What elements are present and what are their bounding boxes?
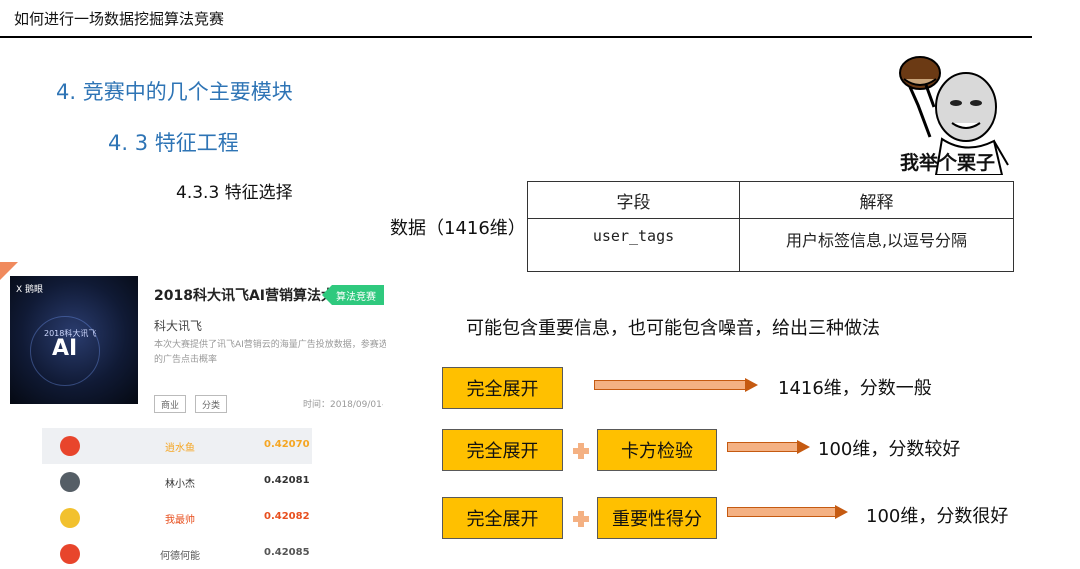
avatar xyxy=(60,544,80,564)
competition-description: 本次大赛提供了讯飞AI营销云的海量广告投放数据，参赛选手通 的广告点击概率 xyxy=(154,338,386,368)
competition-time: 时间：2018/09/01-2018 xyxy=(303,400,383,410)
avatar xyxy=(60,508,80,528)
meme-caption: 我举个栗子 xyxy=(900,152,996,174)
method-result: 100维，分数较好 xyxy=(818,439,961,460)
method-step-box: 完全展开 xyxy=(442,367,563,409)
competition-badge: 算法竞赛 xyxy=(322,285,384,305)
competition-tag[interactable]: 商业 xyxy=(154,395,187,413)
leaderboard: 逍水鱼 0.42070 林小杰 0.42081 我最帅 0.42082 何德何能… xyxy=(42,428,312,569)
method-result: 100维，分数很好 xyxy=(866,506,1009,527)
method-step-box: 重要性得分 xyxy=(597,497,717,539)
subsection-heading: 4. 3 特征工程 xyxy=(108,131,239,155)
method-step-box: 卡方检验 xyxy=(597,429,717,471)
leaderboard-row: 林小杰 0.42081 xyxy=(42,464,312,500)
competition-thumbnail[interactable]: X 鹅眼 2018科大讯飞 AI xyxy=(10,276,138,404)
leaderboard-row: 逍水鱼 0.42070 xyxy=(42,428,312,464)
thumbnail-brand: X 鹅眼 xyxy=(16,285,44,295)
table-header-row: 字段 解释 xyxy=(527,181,1014,219)
competition-tag[interactable]: 分类 xyxy=(195,395,228,413)
data-dimension-label: 数据（1416维） xyxy=(390,218,526,239)
slide-header-title: 如何进行一场数据挖掘算法竞赛 xyxy=(14,10,225,28)
leaderboard-score: 0.42081 xyxy=(264,475,310,486)
method-result: 1416维，分数一般 xyxy=(778,378,932,399)
leaderboard-score: 0.42082 xyxy=(264,511,310,522)
header-divider xyxy=(0,36,1032,38)
avatar xyxy=(60,436,80,456)
table-cell-description: 用户标签信息,以逗号分隔 xyxy=(739,218,1014,272)
leaderboard-name: 林小杰 xyxy=(165,479,195,490)
competition-title[interactable]: 2018科大讯飞AI营销算法大赛 xyxy=(154,285,349,305)
thumbnail-ai-text: AI xyxy=(52,336,78,361)
arrow-icon xyxy=(727,505,848,519)
leaderboard-score: 0.42070 xyxy=(264,439,310,450)
table-row: user_tags 用户标签信息,以逗号分隔 xyxy=(527,218,1014,272)
description-line: 的广告点击概率 xyxy=(154,355,218,365)
subsubsection-heading: 4.3.3 特征选择 xyxy=(176,183,293,203)
leaderboard-row: 何德何能 0.42085 xyxy=(42,536,312,569)
arrow-icon xyxy=(594,378,758,392)
method-step-box: 完全展开 xyxy=(442,497,563,539)
plus-icon xyxy=(573,511,589,527)
method-step-box: 完全展开 xyxy=(442,429,563,471)
leaderboard-row: 我最帅 0.42082 xyxy=(42,500,312,536)
field-table: 字段 解释 user_tags 用户标签信息,以逗号分隔 xyxy=(527,181,1014,272)
avatar xyxy=(60,472,80,492)
plus-icon xyxy=(573,443,589,459)
leaderboard-score: 0.42085 xyxy=(264,547,310,558)
leaderboard-name: 我最帅 xyxy=(165,515,195,526)
competition-organizer: 科大讯飞 xyxy=(154,319,203,333)
description-line: 本次大赛提供了讯飞AI营销云的海量广告投放数据，参赛选手通 xyxy=(154,340,386,350)
statement-text: 可能包含重要信息，也可能包含噪音，给出三种做法 xyxy=(466,318,880,339)
table-header-cell: 字段 xyxy=(527,181,740,219)
leaderboard-name: 何德何能 xyxy=(160,551,200,562)
table-header-cell: 解释 xyxy=(739,181,1014,219)
leaderboard-name: 逍水鱼 xyxy=(165,443,195,454)
arrow-icon xyxy=(727,440,810,454)
table-cell-field: user_tags xyxy=(527,218,740,272)
section-heading: 4. 竞赛中的几个主要模块 xyxy=(56,80,293,104)
